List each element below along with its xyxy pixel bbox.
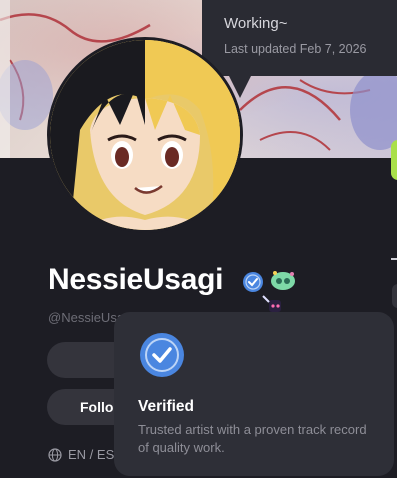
status-tooltip [202,0,397,76]
verified-badge-large-icon [140,333,184,377]
status-text: Working~ [224,15,288,32]
side-panel-edge[interactable] [392,284,397,308]
divider [391,258,397,260]
user-handle: @NessieUsa [48,310,125,325]
username: NessieUsagi [48,263,224,296]
languages-text: EN / ES [68,447,115,462]
status-indicator [391,140,397,180]
sticker-badge-icon[interactable] [269,268,297,294]
globe-icon [48,447,62,462]
avatar[interactable] [47,37,243,233]
verified-badge-icon[interactable] [242,271,264,293]
popover-title: Verified [138,398,194,415]
popover-description: Trusted artist with a proven track recor… [138,422,367,455]
languages: EN / ES [48,447,114,462]
status-updated-text: Last updated Feb 7, 2026 [224,42,367,56]
